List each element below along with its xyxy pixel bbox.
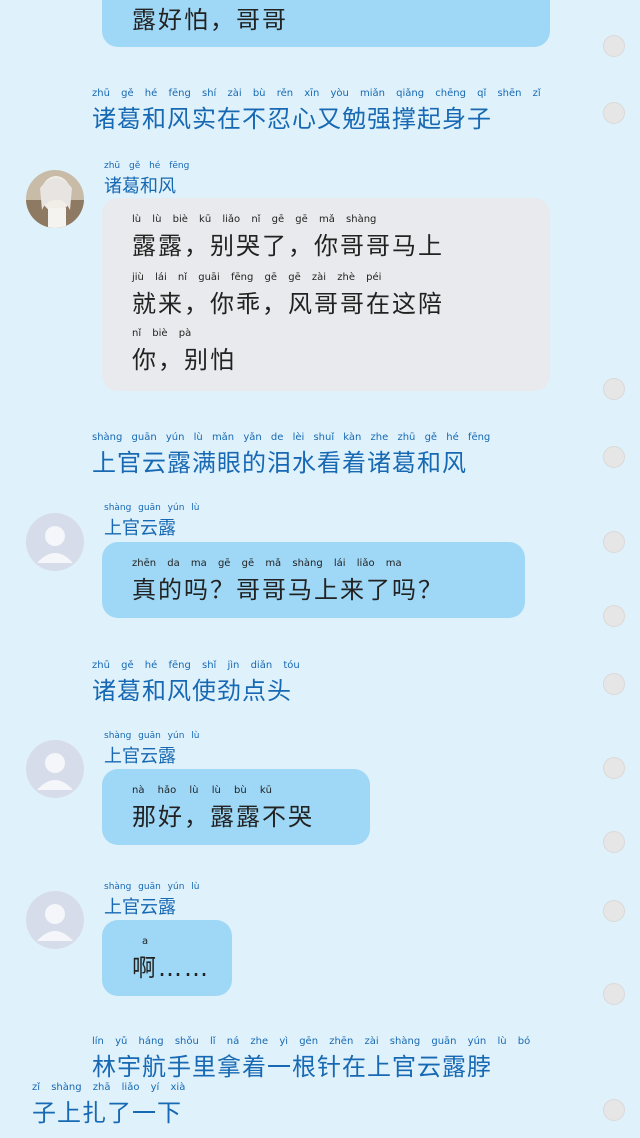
message-bubble[interactable]: lù lù biè kū liǎo nǐ gē gē mǎ shàng 露露，别…: [102, 198, 550, 391]
notebook-hole: [603, 35, 625, 57]
notebook-hole: [603, 757, 625, 779]
narration-pinyin: zhū gě hé fēng shǐ jìn diǎn tóu: [92, 660, 300, 671]
message-pinyin: lù lù biè kū liǎo nǐ gē gē mǎ shàng: [132, 214, 377, 225]
narration-text: 林宇航手里拿着一根针在上官云露脖: [92, 1053, 492, 1081]
sender-name-text: 上官云露: [104, 897, 176, 918]
narration-line: zhū gě hé fēng shí zài bù rěn xīn yòu mi…: [92, 88, 541, 138]
message-text: 露露，别哭了，你哥哥马上: [132, 232, 444, 260]
sender-name-pinyin: shàng guān yún lù: [104, 503, 200, 513]
narration-text: 诸葛和风实在不忍心又勉强撑起身子: [92, 105, 492, 133]
character-avatar-icon: [26, 170, 84, 228]
narration-line: lín yǔ háng shǒu lǐ ná zhe yì gēn zhēn z…: [92, 1036, 530, 1086]
default-avatar-icon: [37, 753, 73, 790]
message-text: 你，别怕: [132, 346, 236, 374]
message-bubble[interactable]: nà hǎo lù lù bù kū 那好，露露不哭: [102, 769, 370, 845]
notebook-hole: [603, 983, 625, 1005]
narration-pinyin: lín yǔ háng shǒu lǐ ná zhe yì gēn zhēn z…: [92, 1036, 531, 1047]
avatar-lu[interactable]: [26, 891, 84, 949]
message-text: 啊……: [132, 954, 210, 982]
notebook-hole: [603, 605, 625, 627]
sender-name: shàng guān yún lù 上官云露: [104, 730, 199, 768]
notebook-hole: [603, 378, 625, 400]
message-bubble[interactable]: a 啊……: [102, 920, 232, 996]
narration-text: 诸葛和风使劲点头: [92, 677, 292, 705]
narration-text: 上官云露满眼的泪水看着诸葛和风: [92, 449, 467, 477]
sender-name-pinyin: shàng guān yún lù: [104, 731, 200, 741]
narration-pinyin: shàng guān yún lù mǎn yǎn de lèi shuǐ kà…: [92, 432, 491, 443]
sender-name: shàng guān yún lù 上官云露: [104, 881, 199, 919]
message-pinyin: nà hǎo lù lù bù kū: [132, 785, 272, 796]
message-bubble[interactable]: zhēn da ma gē gē mǎ shàng lái liǎo ma 真的…: [102, 542, 525, 618]
sender-name: zhū gě hé fēng 诸葛和风: [104, 160, 189, 198]
sender-name-text: 上官云露: [104, 746, 176, 767]
avatar-zhuge[interactable]: [26, 170, 84, 228]
notebook-hole: [603, 102, 625, 124]
avatar-lu[interactable]: [26, 513, 84, 571]
message-text: 就来，你乖，风哥哥在这陪: [132, 290, 444, 318]
narration-pinyin: zhū gě hé fēng shí zài bù rěn xīn yòu mi…: [92, 88, 541, 99]
sender-name: shàng guān yún lù 上官云露: [104, 502, 199, 540]
narration-text: 子上扎了一下: [32, 1099, 182, 1127]
message-pinyin: nǐ biè pà: [132, 328, 192, 339]
message-pinyin: a: [142, 936, 149, 947]
message-bubble-cutoff: 露好怕，哥哥: [102, 0, 550, 47]
notebook-hole: [603, 1099, 625, 1121]
default-avatar-icon: [37, 526, 73, 563]
avatar-lu[interactable]: [26, 740, 84, 798]
sender-name-pinyin: shàng guān yún lù: [104, 882, 200, 892]
sender-name-pinyin: zhū gě hé fēng: [104, 161, 190, 171]
message-pinyin: jiù lái nǐ guāi fēng gē gē zài zhè péi: [132, 272, 382, 283]
narration-line: zǐ shàng zhā liǎo yí xià 子上扎了一下: [32, 1082, 185, 1132]
message-text: 那好，露露不哭: [132, 803, 314, 831]
notebook-hole: [603, 446, 625, 468]
narration-line: shàng guān yún lù mǎn yǎn de lèi shuǐ kà…: [92, 432, 490, 482]
default-avatar-icon: [37, 904, 73, 941]
narration-line: zhū gě hé fēng shǐ jìn diǎn tóu 诸葛和风使劲点头: [92, 660, 300, 710]
message-text: 露好怕，哥哥: [132, 6, 288, 34]
sender-name-text: 诸葛和风: [104, 176, 176, 197]
notebook-hole: [603, 531, 625, 553]
notebook-hole: [603, 900, 625, 922]
narration-pinyin: zǐ shàng zhā liǎo yí xià: [32, 1082, 186, 1093]
sender-name-text: 上官云露: [104, 518, 176, 539]
notebook-hole: [603, 673, 625, 695]
notebook-hole: [603, 831, 625, 853]
message-pinyin: zhēn da ma gē gē mǎ shàng lái liǎo ma: [132, 558, 402, 569]
message-text: 真的吗？哥哥马上来了吗？: [132, 576, 444, 604]
